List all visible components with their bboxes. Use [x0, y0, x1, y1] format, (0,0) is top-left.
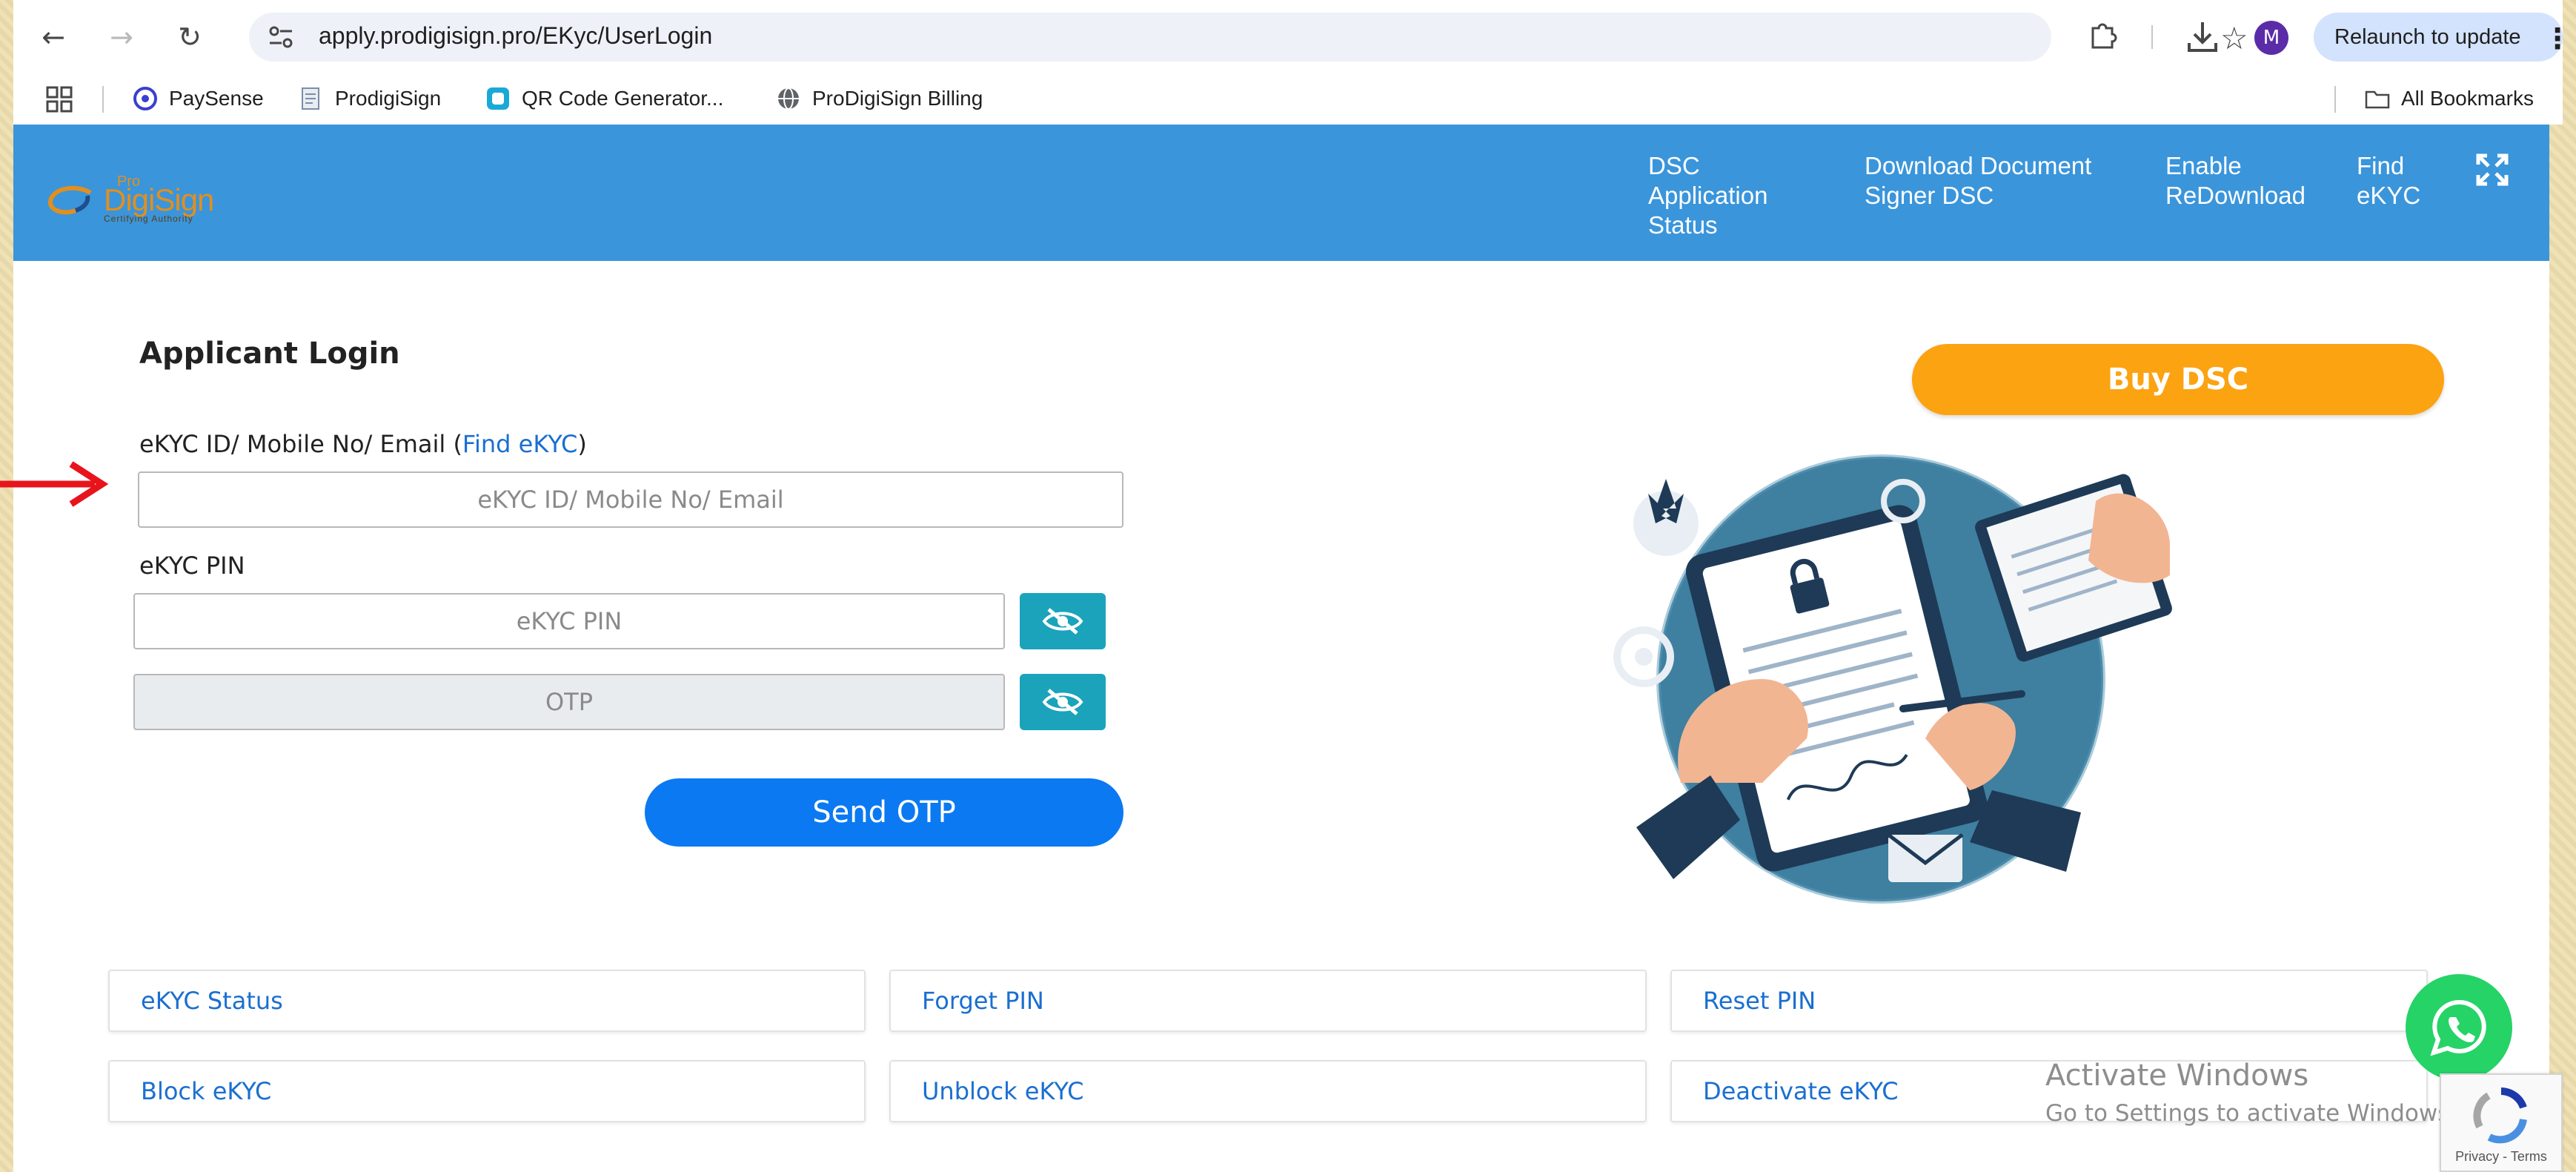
- label-text: ): [577, 430, 587, 458]
- buy-dsc-button[interactable]: Buy DSC: [1912, 344, 2444, 415]
- bookmark-qr-code-generator[interactable]: QR Code Generator...: [485, 80, 723, 117]
- forget-pin-link[interactable]: Forget PIN: [889, 970, 1647, 1032]
- relaunch-button[interactable]: Relaunch to update: [2314, 13, 2563, 62]
- prodigisign-logo[interactable]: Pro DigiSign Certifying Authority: [46, 173, 246, 224]
- logo-swoosh-icon: [48, 185, 92, 215]
- whatsapp-icon: [2430, 999, 2486, 1056]
- nav-line: ReDownload: [2165, 182, 2306, 209]
- paysense-icon: [133, 87, 157, 110]
- nav-line: Find: [2357, 152, 2405, 179]
- recaptcha-separator: -: [2499, 1149, 2511, 1164]
- bookmark-paysense[interactable]: PaySense: [132, 80, 264, 117]
- nav-line: Enable: [2165, 152, 2242, 179]
- qr-code-icon: [487, 87, 509, 110]
- nav-line: Signer DSC: [1865, 182, 1994, 209]
- address-bar[interactable]: apply.prodigisign.pro/EKyc/UserLogin ☆: [249, 13, 2248, 62]
- ekyc-pin-input[interactable]: [133, 593, 1005, 649]
- menu-kebab-icon[interactable]: ⋮: [2543, 22, 2572, 55]
- label-text: eKYC ID/ Mobile No/ Email (: [139, 430, 462, 458]
- terms-link[interactable]: Terms: [2511, 1149, 2547, 1164]
- screenshot: ← → ↻ apply.prodigisign.pro/EKyc/UserLog…: [0, 0, 2576, 1172]
- folder-icon: [2365, 90, 2390, 109]
- recaptcha-links: Privacy - Terms: [2441, 1149, 2561, 1165]
- nav-line: DSC: [1648, 152, 1700, 179]
- activate-windows-title: Activate Windows: [2045, 1059, 2309, 1093]
- nav-download-document-signer[interactable]: Download Document Signer DSC: [1865, 151, 2091, 211]
- bookmark-label: ProDigiSign Billing: [812, 87, 983, 110]
- nav-enable-redownload[interactable]: Enable ReDownload: [2165, 151, 2306, 211]
- all-bookmarks-button[interactable]: All Bookmarks: [2364, 80, 2534, 117]
- bookmarks-divider: [102, 86, 104, 113]
- bookmark-prodigisign-billing[interactable]: ProDigiSign Billing: [775, 80, 983, 117]
- whatsapp-chat-button[interactable]: [2406, 974, 2512, 1081]
- forward-arrow-icon[interactable]: →: [101, 16, 142, 58]
- bookmark-label: ProdigiSign: [335, 87, 442, 110]
- toggle-otp-visibility-button[interactable]: [1020, 674, 1106, 730]
- nav-line: Download Document: [1865, 152, 2092, 179]
- bookmarks-bar: PaySense ProdigiSign QR Code Generator..…: [13, 74, 2563, 125]
- nav-line: eKYC: [2357, 182, 2421, 209]
- bookmark-label: QR Code Generator...: [522, 87, 724, 110]
- find-ekyc-link[interactable]: Find eKYC: [462, 430, 577, 458]
- toolbar-divider: [2151, 25, 2153, 49]
- bookmarks-divider: [2334, 86, 2336, 113]
- send-otp-button[interactable]: Send OTP: [645, 778, 1123, 847]
- nav-line: Application: [1648, 182, 1768, 209]
- red-arrow-annotation-icon: [0, 461, 109, 507]
- nav-find-ekyc[interactable]: Find eKYC: [2357, 151, 2420, 211]
- all-bookmarks-label: All Bookmarks: [2401, 87, 2534, 110]
- otp-input: [133, 674, 1005, 730]
- ekyc-status-link[interactable]: eKYC Status: [108, 970, 866, 1032]
- browser-toolbar: ← → ↻ apply.prodigisign.pro/EKyc/UserLog…: [13, 0, 2572, 74]
- site-header: Pro DigiSign Certifying Authority DSC Ap…: [13, 125, 2549, 261]
- nav-dsc-application-status[interactable]: DSC Application Status: [1648, 151, 1767, 240]
- reload-icon[interactable]: ↻: [169, 16, 210, 58]
- eye-slash-icon: [1042, 608, 1083, 635]
- extensions-icon[interactable]: [2088, 19, 2118, 52]
- recaptcha-icon: [2473, 1087, 2527, 1144]
- ekyc-id-input[interactable]: [138, 471, 1123, 528]
- logo-sub-text: Certifying Authority: [104, 213, 193, 224]
- fullscreen-icon[interactable]: [2474, 151, 2511, 188]
- reset-pin-link[interactable]: Reset PIN: [1670, 970, 2428, 1032]
- recaptcha-badge[interactable]: Privacy - Terms: [2440, 1073, 2563, 1172]
- ekyc-id-label: eKYC ID/ Mobile No/ Email (Find eKYC): [139, 430, 587, 458]
- bookmark-label: PaySense: [169, 87, 264, 110]
- eye-slash-icon: [1042, 689, 1083, 715]
- document-icon: [302, 87, 319, 110]
- toggle-pin-visibility-button[interactable]: [1020, 593, 1106, 649]
- ekyc-pin-label: eKYC PIN: [139, 552, 245, 580]
- url-text[interactable]: apply.prodigisign.pro/EKyc/UserLogin: [319, 22, 712, 50]
- profile-avatar[interactable]: M: [2254, 21, 2288, 55]
- logo-main-text: DigiSign: [104, 182, 214, 217]
- apps-grid-icon[interactable]: [44, 85, 74, 114]
- signing-illustration: [1613, 454, 2172, 904]
- bookmark-prodigisign[interactable]: ProdigiSign: [298, 80, 441, 117]
- download-icon[interactable]: [2186, 19, 2219, 53]
- globe-icon: [778, 87, 799, 110]
- site-settings-icon[interactable]: [267, 23, 295, 51]
- activate-windows-subtitle: Go to Settings to activate Windows.: [2045, 1100, 2457, 1127]
- nav-line: Status: [1648, 211, 1718, 239]
- bookmark-star-icon[interactable]: ☆: [2220, 20, 2248, 56]
- back-arrow-icon[interactable]: ←: [33, 16, 74, 58]
- page-title: Applicant Login: [139, 337, 400, 371]
- page-content: Pro DigiSign Certifying Authority DSC Ap…: [13, 125, 2563, 1172]
- block-ekyc-link[interactable]: Block eKYC: [108, 1060, 866, 1122]
- unblock-ekyc-link[interactable]: Unblock eKYC: [889, 1060, 1647, 1122]
- privacy-link[interactable]: Privacy: [2455, 1149, 2499, 1164]
